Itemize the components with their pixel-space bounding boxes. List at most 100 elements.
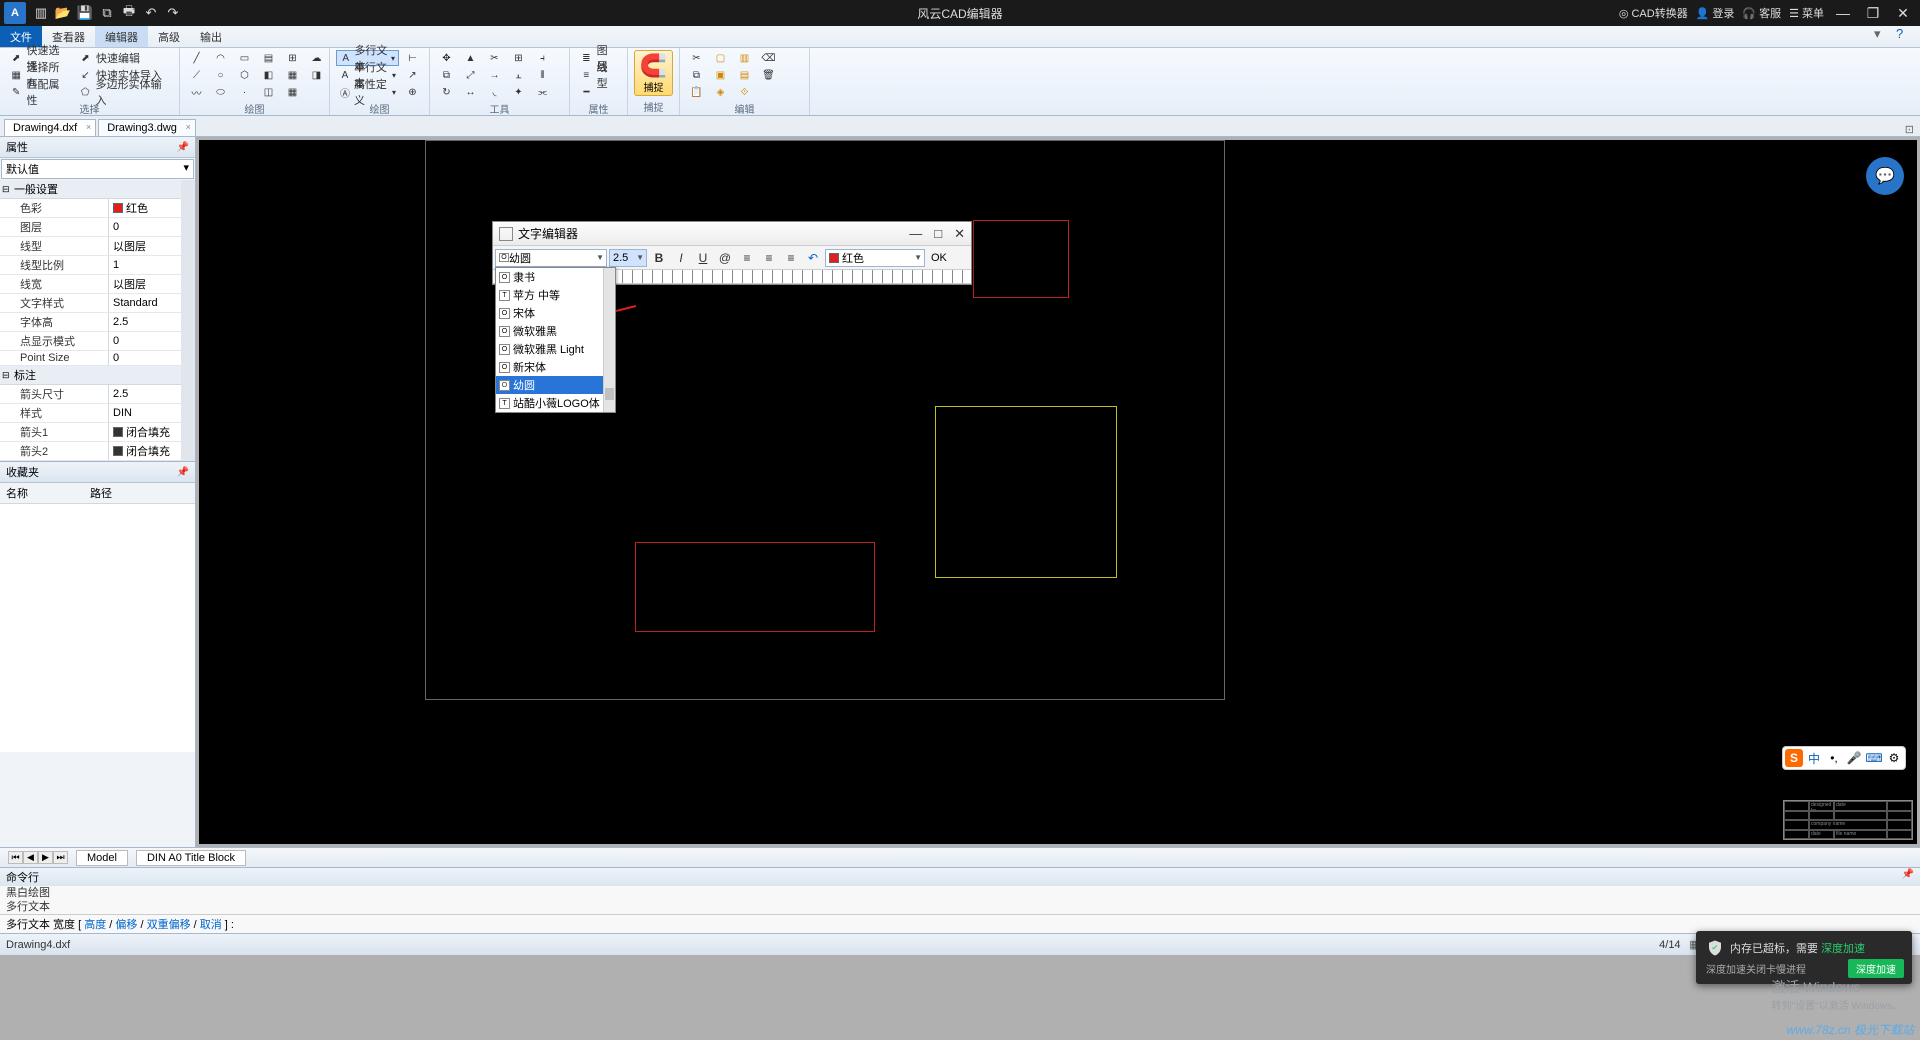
spline-button[interactable]: 〰 bbox=[186, 84, 207, 100]
symbol-button[interactable]: @ bbox=[715, 249, 735, 267]
ime-keyboard-icon[interactable]: ⌨ bbox=[1865, 749, 1883, 767]
bold-button[interactable]: B bbox=[649, 249, 669, 267]
circle-button[interactable]: ○ bbox=[210, 67, 231, 83]
cmd-option[interactable]: 取消 bbox=[200, 919, 222, 931]
cad-converter-button[interactable]: ◎CAD转换器 bbox=[1619, 5, 1688, 21]
underline-button[interactable]: U bbox=[693, 249, 713, 267]
login-button[interactable]: 👤登录 bbox=[1696, 5, 1735, 21]
redo-icon[interactable]: ↷ bbox=[162, 2, 184, 24]
size-combo[interactable]: 2.5▼ bbox=[609, 249, 647, 267]
service-button[interactable]: 🎧客服 bbox=[1742, 5, 1781, 21]
align-right-button[interactable]: ≡ bbox=[781, 249, 801, 267]
color-combo[interactable]: 红色▼ bbox=[825, 249, 925, 267]
ime-mic-icon[interactable]: 🎤 bbox=[1845, 749, 1863, 767]
dialog-max-icon[interactable]: □ bbox=[934, 226, 942, 242]
col-path[interactable]: 路径 bbox=[84, 483, 118, 503]
font-option-selected[interactable]: O幼圆 bbox=[496, 376, 615, 394]
tab-prev-icon[interactable]: ◀ bbox=[23, 851, 38, 864]
italic-button[interactable]: I bbox=[671, 249, 691, 267]
line-button[interactable]: ╱ bbox=[186, 50, 207, 66]
help-icon[interactable]: ? bbox=[1896, 26, 1914, 47]
prop-arrow1[interactable]: 闭合填充 bbox=[108, 423, 181, 441]
dialog-min-icon[interactable]: — bbox=[909, 226, 922, 242]
prop-ltype[interactable]: 以图层 bbox=[108, 237, 181, 255]
font-option[interactable]: O宋体 bbox=[496, 304, 615, 322]
new-icon[interactable]: ▥ bbox=[30, 2, 52, 24]
font-option[interactable]: O新宋体 bbox=[496, 358, 615, 376]
block-button[interactable]: ◫ bbox=[258, 84, 279, 100]
open-icon[interactable]: 📂 bbox=[52, 2, 74, 24]
cloud-button[interactable]: ☁ bbox=[306, 50, 327, 66]
minimize-icon[interactable]: — bbox=[1832, 5, 1854, 21]
tab-close-icon[interactable]: × bbox=[86, 122, 91, 132]
dropdown-scrollbar[interactable] bbox=[603, 268, 615, 412]
saveall-icon[interactable]: ⧉ bbox=[96, 2, 118, 24]
prop-tstyle[interactable]: Standard bbox=[108, 294, 181, 312]
chat-float-button[interactable]: 💬 bbox=[1866, 157, 1904, 195]
font-combo[interactable]: O幼圆▼ bbox=[495, 249, 607, 267]
layout-tab[interactable]: DIN A0 Title Block bbox=[136, 850, 246, 866]
close-icon[interactable]: ✕ bbox=[1892, 5, 1914, 22]
align-center-button[interactable]: ≡ bbox=[759, 249, 779, 267]
tab-first-icon[interactable]: ⏮ bbox=[8, 851, 23, 864]
undo-icon[interactable]: ↶ bbox=[140, 2, 162, 24]
ribbon-min-icon[interactable]: ▾ bbox=[1874, 26, 1892, 47]
match-prop-button[interactable]: ✎匹配属性 bbox=[6, 84, 72, 100]
poly-button[interactable]: ⬡ bbox=[234, 67, 255, 83]
hatch-button[interactable]: ▤ bbox=[258, 50, 279, 66]
ok-button[interactable]: OK bbox=[927, 251, 951, 265]
poly-input-button[interactable]: ⬠多边形实体输入 bbox=[75, 84, 173, 100]
polyline-button[interactable]: ⟋ bbox=[186, 67, 207, 83]
prop-dimstyle[interactable]: DIN bbox=[108, 404, 181, 422]
doc-tab[interactable]: Drawing4.dxf× bbox=[4, 119, 96, 136]
prop-color[interactable]: 红色 bbox=[108, 199, 181, 217]
ime-toolbar[interactable]: S 中 •, 🎤 ⌨ ⚙ bbox=[1782, 746, 1906, 770]
ime-punct-icon[interactable]: •, bbox=[1825, 749, 1843, 767]
cmd-prompt[interactable]: 多行文本 宽度 [ 高度 / 偏移 / 双重偏移 / 取消 ] : bbox=[0, 914, 1920, 933]
ltype-button[interactable]: ≡线型 bbox=[576, 67, 621, 83]
tab-next-icon[interactable]: ▶ bbox=[38, 851, 53, 864]
cmd-option[interactable]: 高度 bbox=[84, 919, 106, 931]
font-option[interactable]: O微软雅黑 Light bbox=[496, 340, 615, 358]
doc-tab[interactable]: Drawing3.dwg× bbox=[98, 119, 196, 136]
pin-icon[interactable]: 📌 bbox=[1902, 869, 1914, 885]
ime-lang-icon[interactable]: 中 bbox=[1805, 749, 1823, 767]
cmd-option[interactable]: 双重偏移 bbox=[147, 919, 191, 931]
ime-settings-icon[interactable]: ⚙ bbox=[1885, 749, 1903, 767]
prop-lscale[interactable]: 1 bbox=[108, 256, 181, 274]
table-button[interactable]: ▦ bbox=[282, 67, 303, 83]
props-category[interactable]: ⊟一般设置 bbox=[0, 180, 181, 199]
maximize-icon[interactable]: ❐ bbox=[1862, 5, 1884, 22]
pin-icon[interactable]: 📌 bbox=[177, 142, 189, 153]
props-category[interactable]: ⊟标注 bbox=[0, 366, 181, 385]
model-tab[interactable]: Model bbox=[76, 850, 128, 866]
props-filter-combo[interactable]: 默认值▾ bbox=[1, 159, 194, 179]
menu-output[interactable]: 输出 bbox=[190, 26, 232, 47]
dialog-close-icon[interactable]: ✕ bbox=[954, 226, 965, 242]
ellipse-button[interactable]: ⬭ bbox=[210, 84, 231, 100]
save-icon[interactable]: 💾 bbox=[74, 2, 96, 24]
font-option[interactable]: T站酷小薇LOGO体 bbox=[496, 394, 615, 412]
boost-button[interactable]: 深度加速 bbox=[1848, 959, 1904, 978]
props-scrollbar[interactable] bbox=[181, 180, 195, 461]
pin-icon[interactable]: 📌 bbox=[177, 467, 189, 478]
font-option[interactable]: O微软雅黑 bbox=[496, 322, 615, 340]
arc-button[interactable]: ◠ bbox=[210, 50, 231, 66]
prop-pmode[interactable]: 0 bbox=[108, 332, 181, 350]
insert-button[interactable]: ⊞ bbox=[282, 50, 303, 66]
menu-advanced[interactable]: 高级 bbox=[148, 26, 190, 47]
font-option[interactable]: O隶书 bbox=[496, 268, 615, 286]
tab-close-icon[interactable]: × bbox=[186, 122, 191, 132]
print-icon[interactable]: 🖶 bbox=[118, 2, 140, 24]
cmd-option[interactable]: 偏移 bbox=[115, 919, 137, 931]
attrdef-button[interactable]: Ⓐ属性定义▾ bbox=[336, 84, 399, 100]
prop-arrow2[interactable]: 闭合填充 bbox=[108, 442, 181, 460]
col-name[interactable]: 名称 bbox=[0, 483, 34, 503]
prop-lweight[interactable]: 以图层 bbox=[108, 275, 181, 293]
menu-editor[interactable]: 编辑器 bbox=[95, 26, 148, 47]
point-button[interactable]: · bbox=[234, 84, 255, 100]
doc-expand-icon[interactable]: ⊡ bbox=[1899, 123, 1920, 136]
snap-button[interactable]: 🧲捕捉 bbox=[634, 50, 673, 96]
drawing-canvas[interactable]: designed bydate company name datefile na… bbox=[199, 140, 1917, 844]
grid-button[interactable]: ▦ bbox=[282, 84, 303, 100]
